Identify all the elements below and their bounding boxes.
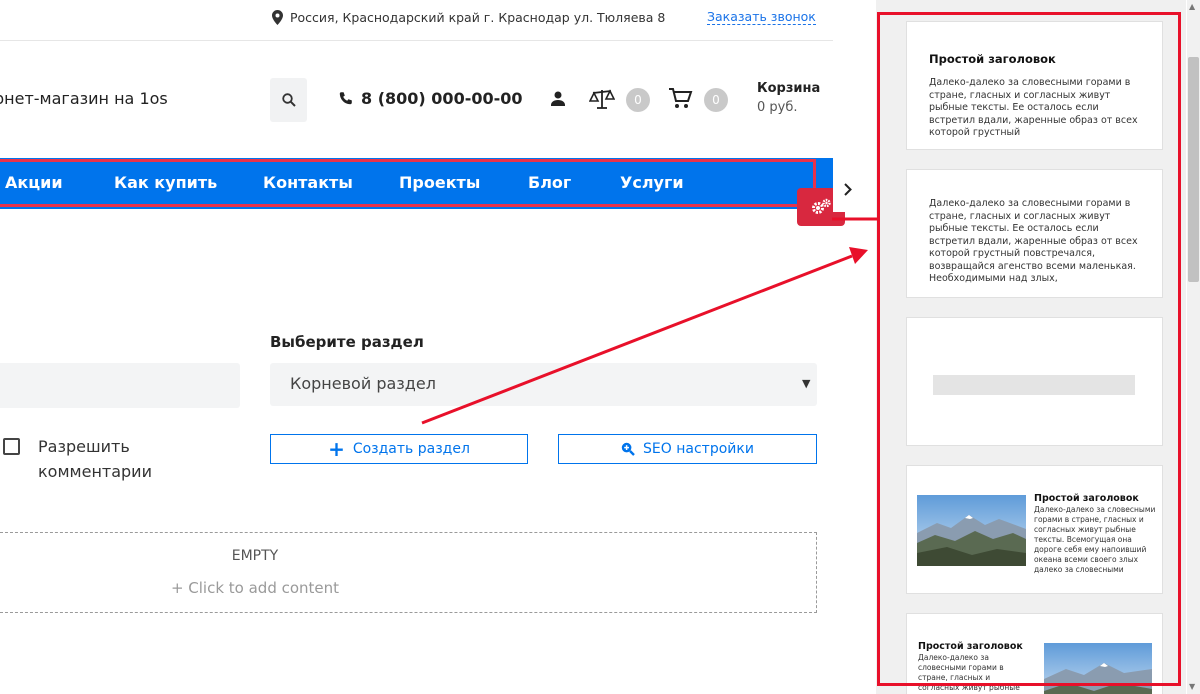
annotation-arrow: [421, 217, 877, 425]
scroll-up-icon[interactable]: ▲: [1189, 2, 1195, 11]
scroll-down-icon[interactable]: ▼: [1189, 682, 1195, 691]
scrollbar-thumb[interactable]: [1188, 57, 1199, 282]
